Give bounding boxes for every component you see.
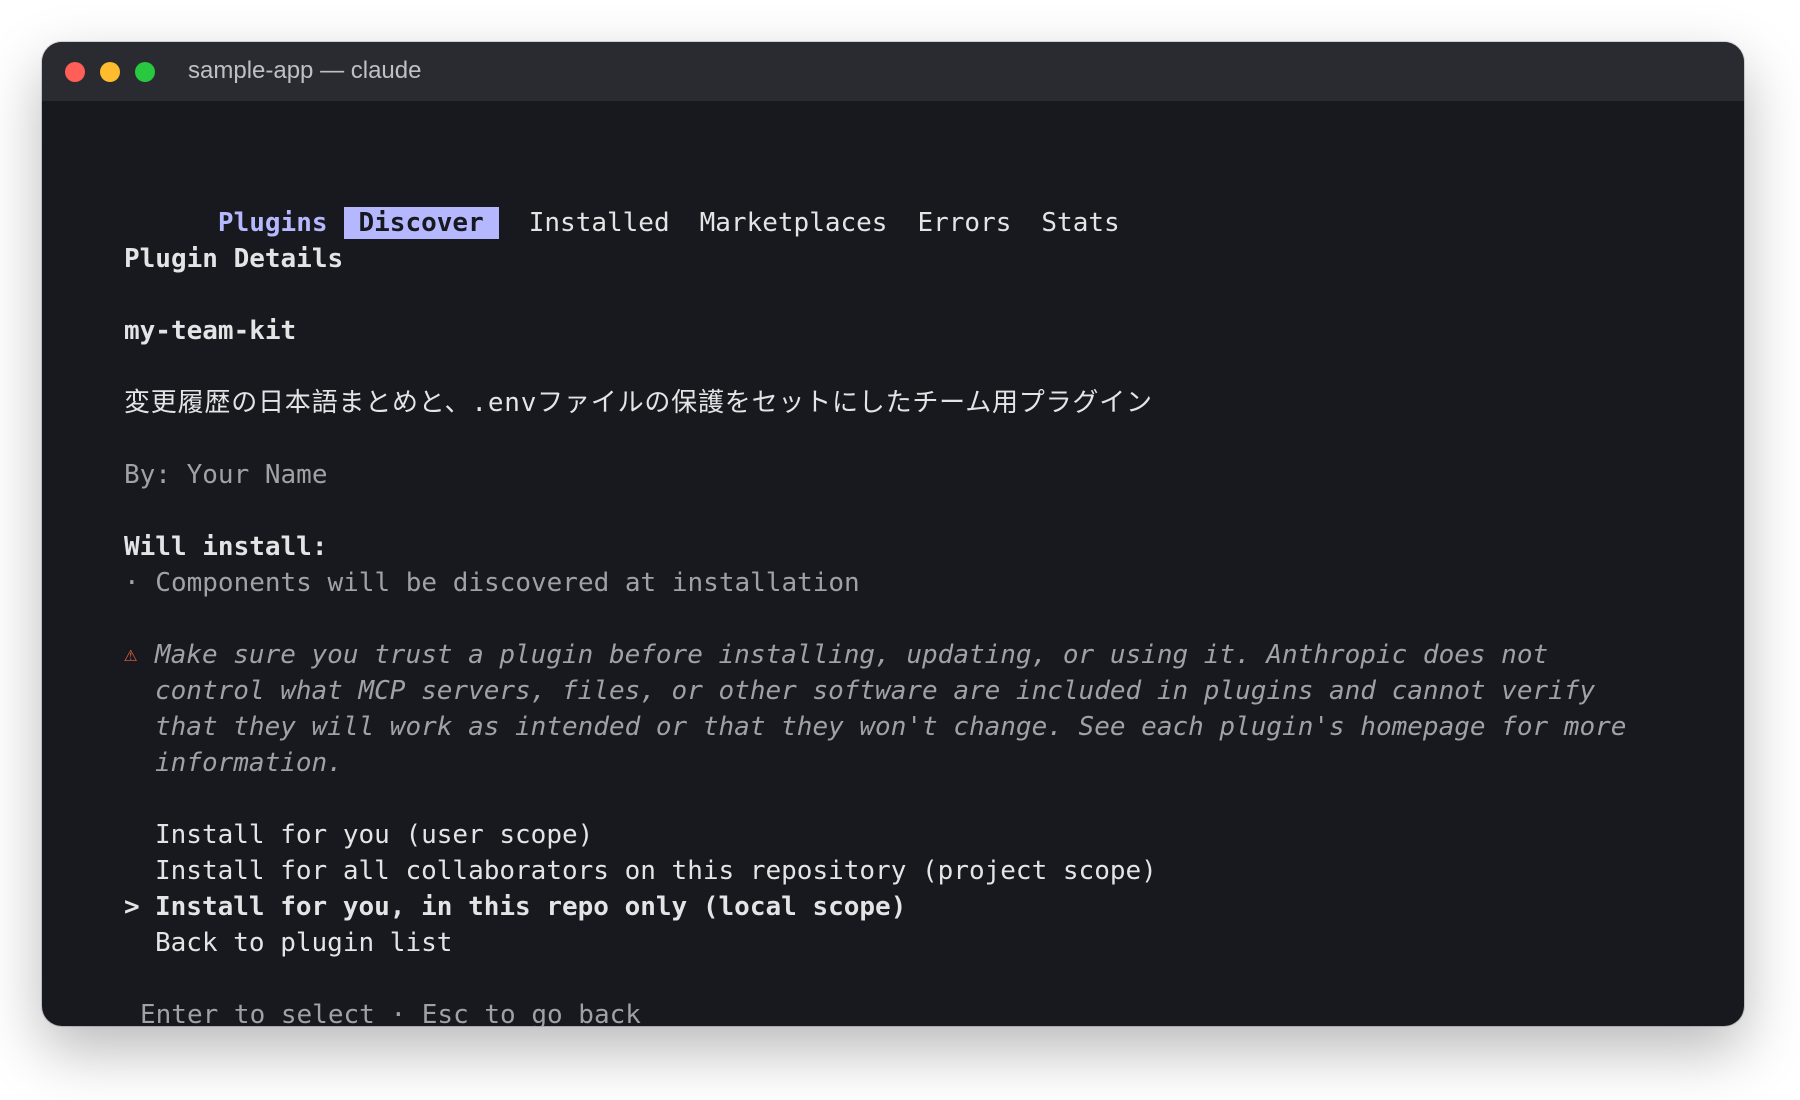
option-back-to-plugin-list[interactable]: Back to plugin list (155, 925, 452, 961)
title-bar[interactable]: sample-app — claude (42, 42, 1744, 101)
terminal-content[interactable]: Plugins Discover Installed Marketplaces Erro… (42, 101, 1744, 1026)
plugin-name: my-team-kit (124, 316, 297, 346)
tabs-section-label: Plugins (217, 208, 328, 238)
option-install-local-scope[interactable]: Install for you, in this repo only (loca… (155, 889, 906, 925)
option-install-project-scope[interactable]: Install for all collaborators on this re… (155, 853, 1157, 889)
warning-text-line: control what MCP servers, files, or othe… (155, 676, 1596, 706)
tab-installed[interactable]: Installed (529, 205, 670, 241)
will-install-label: Will install: (124, 532, 328, 562)
warning-text-line: that they will work as intended or that … (155, 712, 1627, 742)
component-list-item: · Components will be discovered at insta… (124, 568, 860, 598)
zoom-window-button[interactable] (135, 62, 155, 82)
window-title: sample-app — claude (188, 57, 422, 84)
minimize-window-button[interactable] (100, 62, 120, 82)
tab-stats[interactable]: Stats (1041, 205, 1119, 241)
tab-errors[interactable]: Errors (917, 205, 1011, 241)
section-heading: Plugin Details (124, 244, 344, 274)
plugin-description: 変更履歴の日本語まとめと、.envファイルの保護をセットにしたチーム用プラグイン (124, 388, 1153, 418)
option-install-user-scope[interactable]: Install for you (user scope) (155, 817, 593, 853)
warning-icon: ⚠ (124, 642, 138, 667)
selection-pointer: > (124, 892, 140, 922)
close-window-button[interactable] (65, 62, 85, 82)
plugin-author: By: Your Name (124, 460, 328, 490)
tab-discover[interactable]: Discover (343, 207, 499, 239)
keyboard-hint: Enter to select · Esc to go back (140, 1000, 641, 1026)
terminal-window: sample-app — claude Plugins Discover Insta… (42, 42, 1744, 1026)
warning-text-line: Make sure you trust a plugin before inst… (155, 640, 1549, 670)
warning-text-line: information. (155, 748, 343, 778)
tab-marketplaces[interactable]: Marketplaces (700, 205, 888, 241)
